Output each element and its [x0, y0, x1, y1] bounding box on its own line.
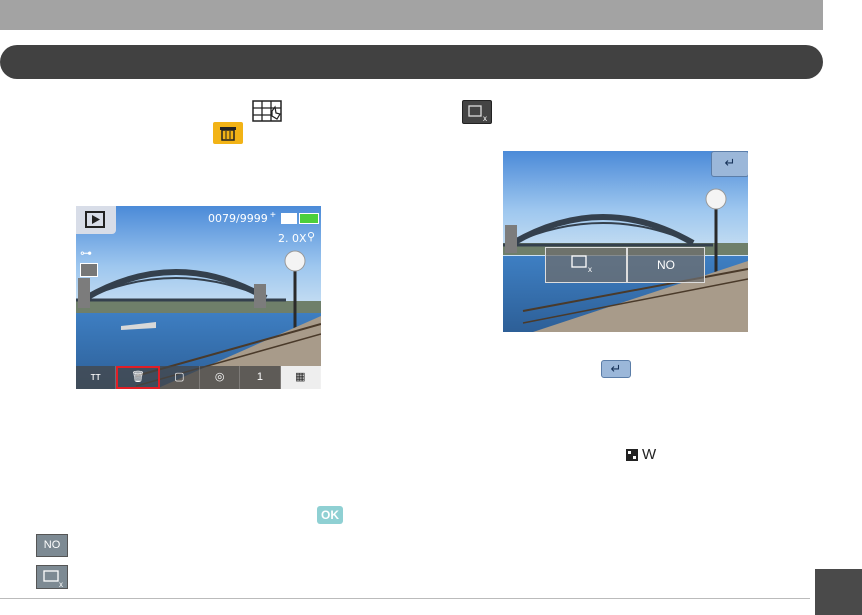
- back-icon: ↵: [601, 360, 631, 378]
- delete-toolbar-icon[interactable]: 🗑: [116, 366, 160, 389]
- playback-screen: 0079/9999 + 2. 0X ⚲ ⊶ ᴛᴛ 🗑 ▢ ◎ 1 ▦: [76, 206, 321, 389]
- effect-toolbar-icon[interactable]: ◎: [200, 366, 241, 389]
- memory-card-icon: [281, 213, 297, 224]
- rotate-toolbar-icon[interactable]: 1: [240, 366, 281, 389]
- footer-divider: [0, 598, 810, 599]
- no-option-label: NO: [43, 539, 61, 551]
- bridge-image: [503, 188, 748, 332]
- zoom-level: 2. 0X: [278, 232, 307, 245]
- trash-icon: [213, 122, 243, 144]
- settings-icon[interactable]: ᴛᴛ: [76, 366, 117, 389]
- delete-confirm-screen: ↵ x NO: [503, 151, 748, 332]
- protect-toolbar-icon[interactable]: ▢: [160, 366, 200, 389]
- no-button[interactable]: NO: [627, 247, 705, 283]
- battery-icon: [299, 213, 319, 224]
- image-size-icon: W: [625, 446, 665, 464]
- magnifier-icon: ⚲: [307, 231, 316, 243]
- thumbnail-toolbar-icon[interactable]: ▦: [280, 366, 321, 389]
- back-button[interactable]: ↵: [711, 151, 748, 177]
- delete-option-icon: x: [36, 565, 68, 589]
- thumbnail-grid-icon: [252, 100, 282, 122]
- ok-label: OK: [321, 508, 339, 522]
- protect-key-icon: ⊶: [80, 246, 92, 260]
- page-number-tab: [815, 569, 862, 615]
- no-option-icon: NO: [36, 534, 68, 557]
- image-size-label: W: [642, 446, 657, 463]
- section-title-bar: [0, 45, 823, 79]
- ok-icon: OK: [317, 506, 343, 524]
- image-counter: 0079/9999: [208, 212, 268, 225]
- header-band: [0, 0, 823, 30]
- playback-toolbar: ᴛᴛ 🗑 ▢ ◎ 1 ▦: [76, 366, 321, 389]
- delete-thumbnail-icon: x: [462, 100, 492, 124]
- svg-text:x: x: [588, 265, 592, 274]
- delete-confirm-button[interactable]: x: [545, 247, 627, 283]
- dpof-icon: [80, 263, 98, 277]
- playback-mode-icon[interactable]: [76, 206, 116, 234]
- svg-text:x: x: [59, 580, 63, 589]
- plus-icon: +: [270, 210, 276, 221]
- no-button-label: NO: [657, 258, 675, 272]
- svg-text:x: x: [483, 114, 487, 123]
